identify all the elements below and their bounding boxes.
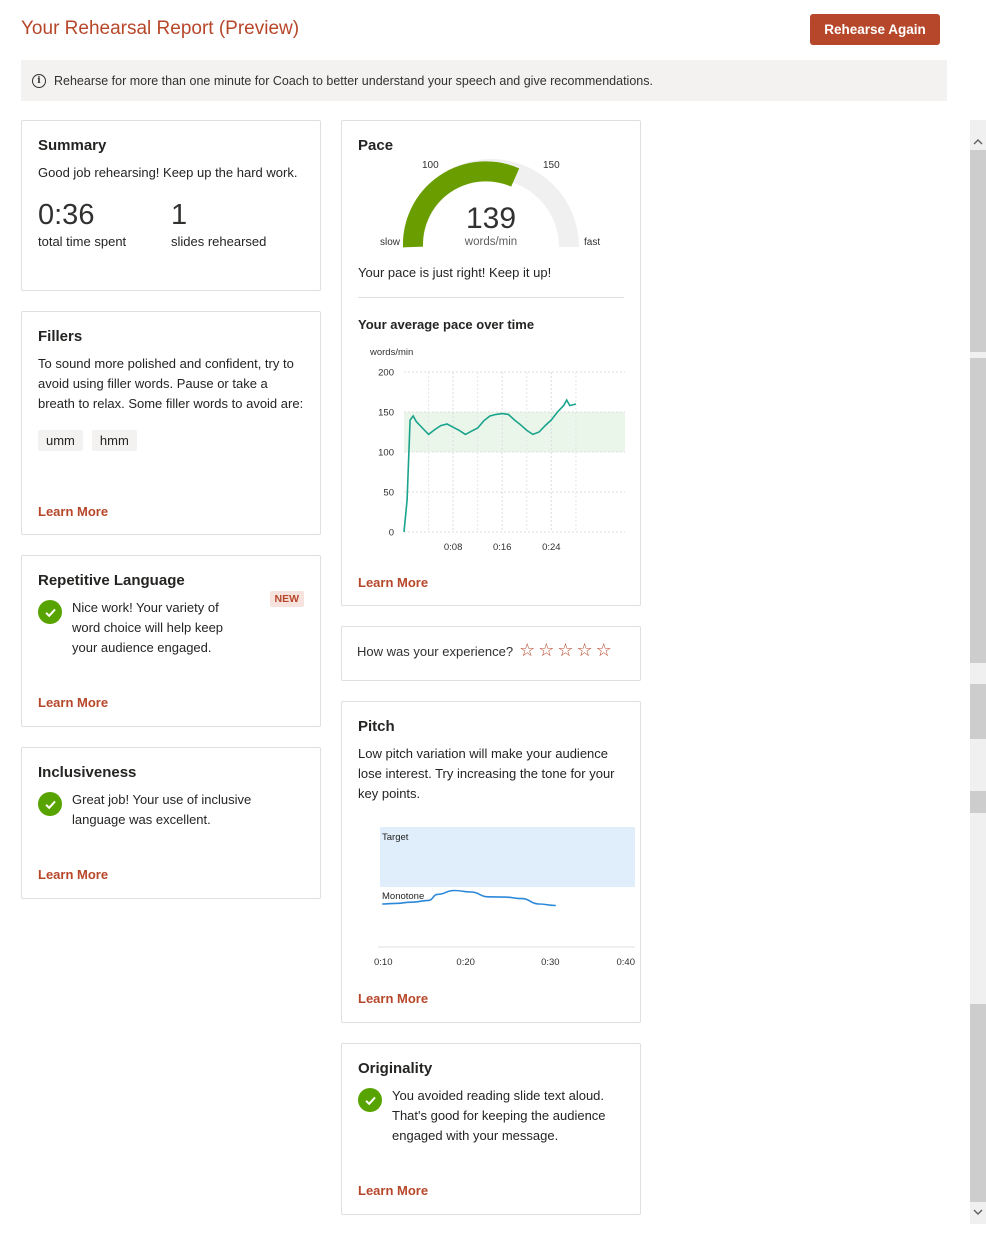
star-icon[interactable]: ☆ [519,642,535,660]
summary-card: Summary Good job rehearsing! Keep up the… [21,120,321,291]
y-tick-label: 50 [383,488,394,499]
info-icon: i [32,73,46,88]
gauge-label-fast: fast [584,237,600,248]
inclusiveness-learn-more-link[interactable]: Learn More [38,867,108,882]
time-label: total time spent [38,234,127,249]
target-label: Target [382,832,409,843]
summary-text: Good job rehearsing! Keep up the hard wo… [38,165,298,180]
fillers-card: Fillers To sound more polished and confi… [21,311,321,535]
new-badge: NEW [269,591,304,607]
originality-learn-more-link[interactable]: Learn More [358,1183,428,1198]
x-tick-label: 0:08 [444,542,463,553]
fillers-text: To sound more polished and confident, tr… [38,356,304,411]
pitch-text: Low pitch variation will make your audie… [358,746,615,801]
filler-chip: hmm [91,430,137,451]
scrollbar-segment [970,791,986,813]
filler-chip: umm [38,430,83,451]
gauge-label-100: 100 [422,160,439,171]
x-tick-label: 0:16 [493,542,512,553]
originality-card: Originality You avoided reading slide te… [341,1043,641,1215]
scrollbar-segment [970,358,986,663]
monotone-label: Monotone [382,891,424,902]
gauge-unit: words/min [464,236,517,248]
x-tick-label: 0:30 [541,957,560,968]
rating-question: How was your experience? [357,643,514,659]
repetitive-learn-more-link[interactable]: Learn More [38,695,108,710]
fillers-title: Fillers [38,328,83,345]
scrollbar-segment [970,684,986,739]
star-icon[interactable]: ☆ [538,642,554,660]
check-icon [358,1088,382,1112]
pace-over-time-chart: words/min 0 50 100 150 200 0:08 0:16 0:24 [369,347,625,553]
summary-title: Summary [38,137,107,154]
page-title: Your Rehearsal Report (Preview) [21,18,300,39]
gauge-label-150: 150 [543,160,560,171]
info-banner: i Rehearse for more than one minute for … [21,60,947,101]
scrollbar-segment [970,1004,986,1202]
star-icon[interactable]: ☆ [596,642,612,660]
y-tick-label: 0 [389,528,394,539]
originality-text: You avoided reading slide text aloud. Th… [392,1088,606,1143]
filler-words-list: umm hmm [38,430,304,451]
pace-message: Your pace is just right! Keep it up! [358,265,552,280]
experience-rating-card: How was your experience? ☆ ☆ ☆ ☆ ☆ [341,626,641,681]
target-band [380,827,635,887]
pitch-learn-more-link[interactable]: Learn More [358,991,428,1006]
repetitive-language-card: Repetitive Language NEW Nice work! Your … [21,555,321,727]
pitch-title: Pitch [358,718,395,735]
rehearse-again-button[interactable]: Rehearse Again [810,14,940,45]
pace-learn-more-link[interactable]: Learn More [358,575,428,590]
pace-over-time-title: Your average pace over time [358,317,535,332]
pace-gauge: 100 150 slow fast 139 words/min [380,159,600,248]
star-icon[interactable]: ☆ [557,642,573,660]
inclusiveness-title: Inclusiveness [38,764,137,781]
x-tick-label: 0:24 [542,542,561,553]
y-tick-label: 150 [378,408,394,419]
slides-stat: 1 slides rehearsed [171,198,304,249]
scrollbar-thumb[interactable] [970,150,986,352]
y-tick-label: 100 [378,448,394,459]
repetitive-title: Repetitive Language [38,572,185,589]
x-tick-label: 0:20 [456,957,475,968]
x-tick-label: 0:10 [374,957,393,968]
inclusiveness-card: Inclusiveness Great job! Your use of inc… [21,747,321,899]
scroll-down-arrow-icon[interactable] [970,1203,986,1221]
divider [358,297,624,298]
pitch-chart: Target Monotone 0:10 0:20 0:30 0:40 [374,827,636,968]
pitch-card: Pitch Low pitch variation will make your… [341,701,641,1023]
star-icon[interactable]: ☆ [577,642,593,660]
scroll-up-arrow-icon[interactable] [970,133,986,151]
inclusiveness-text: Great job! Your use of inclusive languag… [72,792,252,827]
star-rating: ☆ ☆ ☆ ☆ ☆ [519,642,612,660]
check-icon [38,792,62,816]
originality-title: Originality [358,1060,433,1077]
gauge-label-slow: slow [380,237,401,248]
y-axis-title: words/min [369,347,413,358]
x-tick-label: 0:40 [617,957,636,968]
gauge-value: 139 [466,202,516,235]
y-tick-label: 200 [378,368,394,379]
check-icon [38,600,62,624]
slides-value: 1 [171,199,188,231]
pace-card: Pace 100 150 slow fast 139 words/min You… [341,120,641,606]
target-band [404,412,625,452]
repetitive-text: Nice work! Your variety of word choice w… [72,600,224,655]
pace-title: Pace [358,137,394,154]
fillers-learn-more-link[interactable]: Learn More [38,504,108,519]
slides-label: slides rehearsed [171,234,267,249]
time-value: 0:36 [38,199,95,231]
time-stat: 0:36 total time spent [38,198,171,249]
info-banner-text: Rehearse for more than one minute for Co… [54,73,653,88]
